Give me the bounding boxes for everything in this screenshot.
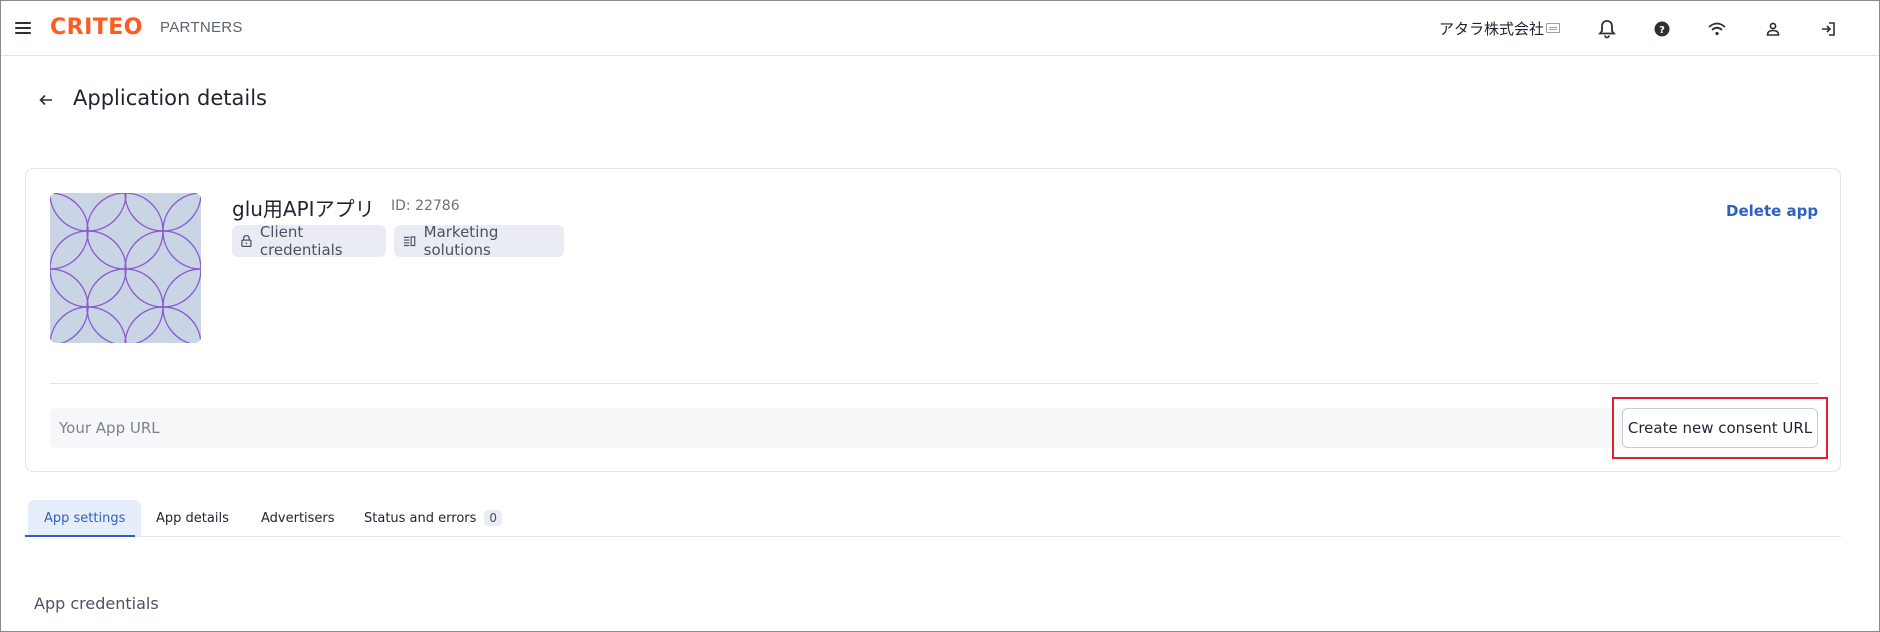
columns-icon <box>403 236 416 247</box>
client-credentials-chip: Client credentials <box>232 223 386 259</box>
app-thumbnail <box>50 193 201 343</box>
account-switch-icon[interactable] <box>1546 23 1560 33</box>
chip-label: Client credentials <box>259 223 343 259</box>
tab-label: App settings <box>44 510 126 526</box>
top-bar: CRITEO PARTNERS アタラ株式会社 ? <box>1 1 1879 56</box>
app-card: glu用APIアプリ ID: 22786 Client credentials … <box>25 168 1841 472</box>
tab-advertisers[interactable]: Advertisers <box>261 500 335 536</box>
app-name: glu用APIアプリ <box>232 197 375 221</box>
criteo-logo[interactable]: CRITEO <box>50 15 143 41</box>
help-icon[interactable]: ? <box>1650 17 1674 41</box>
tab-app-details[interactable]: App details <box>156 500 229 536</box>
menu-icon[interactable] <box>14 19 32 37</box>
tab-label: Advertisers <box>261 510 335 526</box>
tab-bar: App settings App details Advertisers Sta… <box>25 500 1841 537</box>
delete-app-button[interactable]: Delete app <box>1726 202 1818 220</box>
product-name: PARTNERS <box>160 19 243 36</box>
tab-status-and-errors[interactable]: Status and errors 0 <box>364 500 503 536</box>
lock-icon <box>241 234 252 248</box>
bell-icon[interactable] <box>1595 17 1619 41</box>
create-consent-url-button[interactable]: Create new consent URL <box>1622 408 1818 448</box>
tab-label: App details <box>156 510 229 526</box>
back-arrow-icon[interactable] <box>34 88 58 112</box>
section-title: App credentials <box>34 594 159 613</box>
error-count-badge: 0 <box>484 510 503 526</box>
tab-app-settings[interactable]: App settings <box>28 500 142 536</box>
app-id: ID: 22786 <box>391 198 460 214</box>
page-title: Application details <box>73 86 267 110</box>
marketing-solutions-chip: Marketing solutions <box>394 223 564 259</box>
tab-label: Status and errors <box>364 510 477 526</box>
app-url-input[interactable]: Your App URL <box>50 408 1640 448</box>
divider <box>50 383 1818 384</box>
chip-label: Marketing solutions <box>423 223 499 259</box>
active-tab-indicator <box>25 535 135 537</box>
svg-text:?: ? <box>1659 25 1665 36</box>
logout-icon[interactable] <box>1816 17 1840 41</box>
wifi-icon[interactable] <box>1705 17 1729 41</box>
account-name[interactable]: アタラ株式会社 <box>1439 18 1544 39</box>
user-icon[interactable] <box>1761 17 1785 41</box>
